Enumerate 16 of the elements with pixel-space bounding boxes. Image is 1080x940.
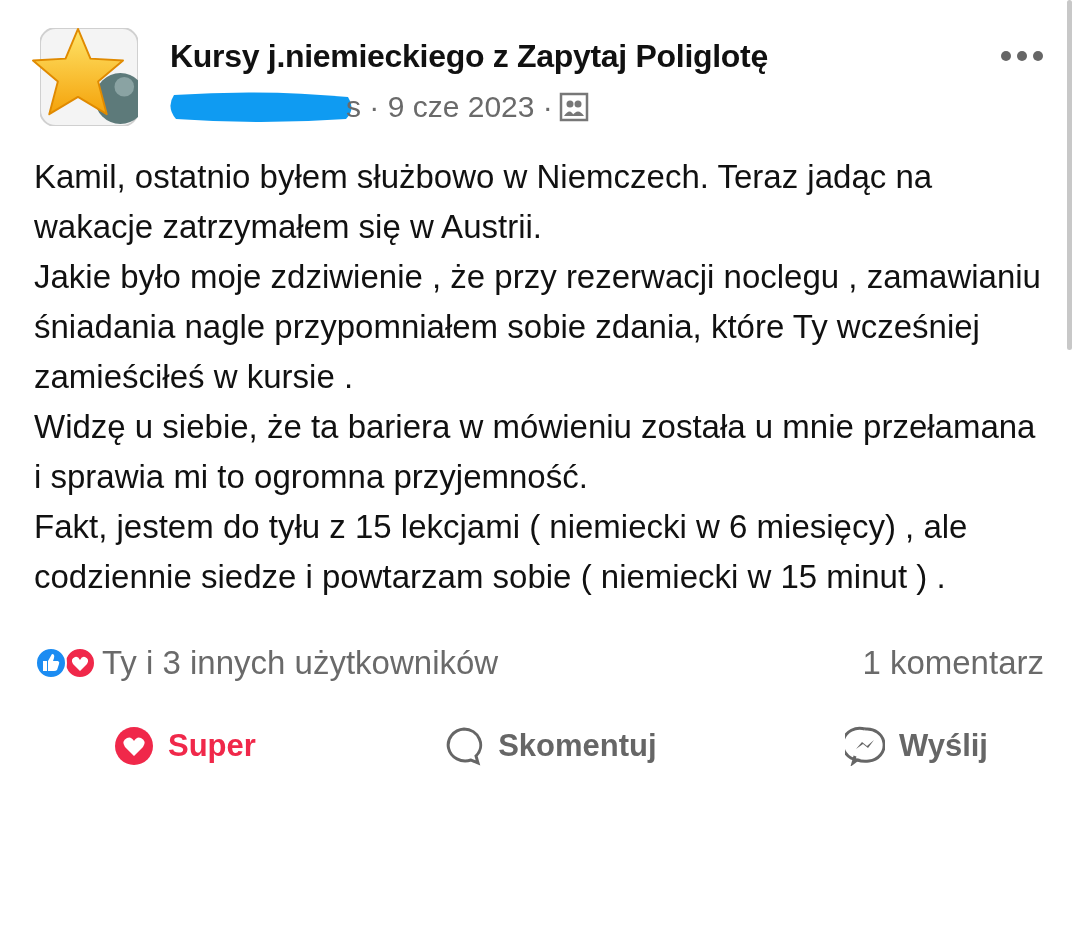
post-paragraph: Kamil, ostatnio byłem służbowo w Niemczech. Teraz jadąc na wakacje zatrzymałem się w Austrii. xyxy=(34,157,934,247)
comment-button[interactable]: Skomentuj xyxy=(444,726,657,766)
more-options-icon[interactable] xyxy=(1000,49,1044,62)
speech-bubble-icon xyxy=(444,726,485,766)
reaction-icons xyxy=(34,646,96,680)
page-name[interactable]: Kursy j.niemieckiego z Zapytaj Poliglotę xyxy=(170,38,768,75)
post-paragraph: Fakt, jestem do tyłu z 15 lekcjami ( niemiecki w 6 miesięcy) , ale codziennie siedze i powtarzam sobie ( niemiecki w 15 minut ) . xyxy=(34,507,969,597)
post-paragraph: Widzę u siebie, że ta bariera w mówieniu została u mnie przełamana i sprawia mi to ogromna przyjemność. xyxy=(34,407,1037,497)
reactions-summary[interactable]: Ty i 3 innych użytkowników xyxy=(102,644,499,682)
post-paragraph: Jakie było moje zdziwienie , że przy rezerwacji noclegu , zamawianiu śniadania nagle przypomniałem sobie zdania, które Ty wcześniej zamieściłeś w kursie . xyxy=(34,257,1042,397)
messenger-icon xyxy=(844,726,885,766)
comments-count[interactable]: 1 komentarz xyxy=(862,644,1044,682)
share-button[interactable]: Wyślij xyxy=(844,726,988,766)
star-icon xyxy=(30,26,126,118)
group-icon xyxy=(558,92,589,122)
reaction-button[interactable]: Super xyxy=(114,726,256,766)
